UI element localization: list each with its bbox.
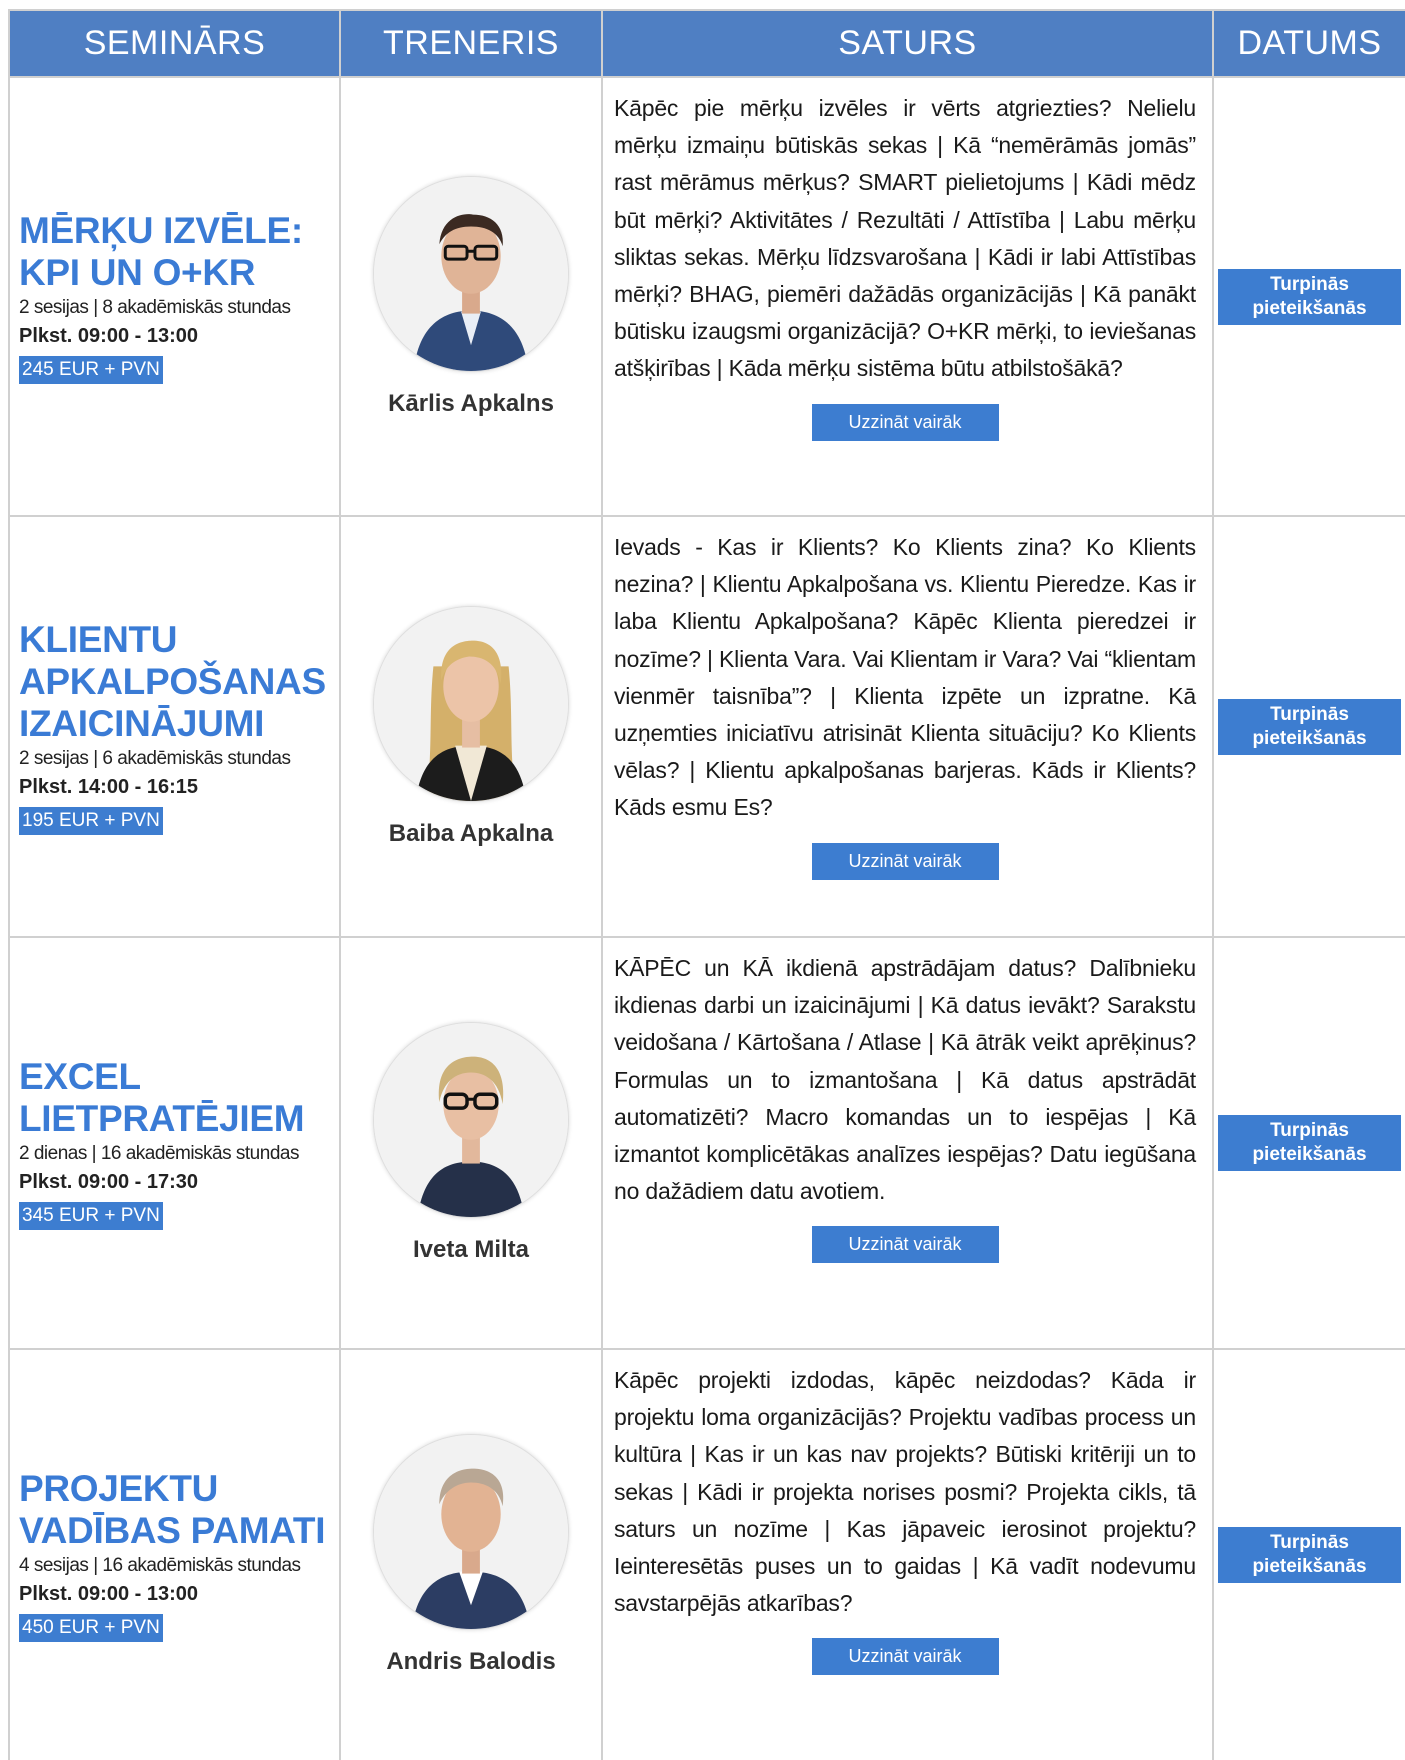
price-badge: 450 EUR + PVN xyxy=(19,1614,163,1642)
trainer-photo xyxy=(373,605,569,802)
trainer-name: Iveta Milta xyxy=(412,1236,530,1263)
price-badge: 245 EUR + PVN xyxy=(19,355,163,384)
trainer-cell: Baiba Apkalna xyxy=(341,517,603,938)
person-portrait-icon xyxy=(374,606,568,801)
column-header-content: SATURS xyxy=(603,11,1214,78)
trainer-cell: Iveta Milta xyxy=(341,938,603,1350)
apply-button[interactable]: Turpinās pieteikšanās xyxy=(1218,1115,1401,1171)
trainer-photo xyxy=(373,1022,569,1218)
seminar-time: Plkst. 09:00 - 13:00 xyxy=(19,1583,198,1605)
date-cell: Turpinās pieteikšanās xyxy=(1214,78,1405,517)
trainer-photo xyxy=(373,175,569,372)
content-text: KĀPĒC un KĀ ikdienā apstrādājam datus? D… xyxy=(614,955,1196,1205)
seminar-title[interactable]: MĒRĶU IZVĒLE: KPI UN O+KR xyxy=(19,210,331,294)
seminar-cell: KLIENTU APKALPOŠANAS IZAICINĀJUMI 2 sesi… xyxy=(10,517,341,938)
content-cell: Kāpēc pie mērķu izvēles ir vērts atgriez… xyxy=(603,78,1214,517)
content-cell: KĀPĒC un KĀ ikdienā apstrādājam datus? D… xyxy=(603,938,1214,1350)
content-text: Ievads - Kas ir Klients? Ko Klients zina… xyxy=(614,534,1196,821)
trainer-name: Kārlis Apkalns xyxy=(388,389,554,417)
price-badge: 195 EUR + PVN xyxy=(19,806,163,835)
apply-button[interactable]: Turpinās pieteikšanās xyxy=(1218,1527,1401,1583)
trainer-photo xyxy=(373,1434,569,1630)
person-portrait-icon xyxy=(374,1023,568,1217)
seminar-title[interactable]: KLIENTU APKALPOŠANAS IZAICINĀJUMI xyxy=(19,619,331,745)
trainer-cell: Kārlis Apkalns xyxy=(341,78,603,517)
column-header-date: DATUMS xyxy=(1214,11,1405,78)
seminar-time: Plkst. 14:00 - 16:15 xyxy=(19,775,198,798)
trainer-name: Baiba Apkalna xyxy=(388,819,554,847)
column-header-trainer: TRENERIS xyxy=(341,11,603,78)
seminar-sessions: 2 sesijas | 6 akadēmiskās stundas xyxy=(19,747,291,769)
seminar-sessions: 2 dienas | 16 akadēmiskās stundas xyxy=(19,1143,299,1164)
content-cell: Ievads - Kas ir Klients? Ko Klients zina… xyxy=(603,517,1214,938)
seminar-sessions: 2 sesijas | 8 akadēmiskās stundas xyxy=(19,296,291,318)
date-cell: Turpinās pieteikšanās xyxy=(1214,938,1405,1350)
person-portrait-icon xyxy=(374,1435,568,1629)
column-header-seminar: SEMINĀRS xyxy=(10,11,341,78)
date-cell: Turpinās pieteikšanās xyxy=(1214,1350,1405,1760)
apply-button[interactable]: Turpinās pieteikšanās xyxy=(1218,698,1401,755)
learn-more-button[interactable]: Uzzināt vairāk xyxy=(811,842,999,880)
seminar-table: SEMINĀRS TRENERIS SATURS DATUMS MĒRĶU IZ… xyxy=(8,9,1405,1760)
seminar-title[interactable]: PROJEKTU VADĪBAS PAMATI xyxy=(19,1468,331,1552)
seminar-cell: EXCEL LIETPRATĒJIEM 2 dienas | 16 akadēm… xyxy=(10,938,341,1350)
person-portrait-icon xyxy=(374,176,568,371)
seminar-sessions: 4 sesijas | 16 akadēmiskās stundas xyxy=(19,1555,301,1576)
apply-button[interactable]: Turpinās pieteikšanās xyxy=(1218,268,1401,325)
trainer-cell: Andris Balodis xyxy=(341,1350,603,1760)
seminar-time: Plkst. 09:00 - 17:30 xyxy=(19,1171,198,1193)
trainer-name: Andris Balodis xyxy=(386,1648,556,1675)
seminar-title[interactable]: EXCEL LIETPRATĒJIEM xyxy=(19,1056,331,1140)
learn-more-button[interactable]: Uzzināt vairāk xyxy=(811,403,999,441)
learn-more-button[interactable]: Uzzināt vairāk xyxy=(811,1226,999,1264)
content-cell: Kāpēc projekti izdodas, kāpēc neizdodas?… xyxy=(603,1350,1214,1760)
seminar-cell: MĒRĶU IZVĒLE: KPI UN O+KR 2 sesijas | 8 … xyxy=(10,78,341,517)
content-text: Kāpēc projekti izdodas, kāpēc neizdodas?… xyxy=(614,1367,1196,1617)
content-text: Kāpēc pie mērķu izvēles ir vērts atgriez… xyxy=(614,95,1196,382)
seminar-time: Plkst. 09:00 - 13:00 xyxy=(19,324,198,347)
seminar-cell: PROJEKTU VADĪBAS PAMATI 4 sesijas | 16 a… xyxy=(10,1350,341,1760)
price-badge: 345 EUR + PVN xyxy=(19,1202,163,1230)
learn-more-button[interactable]: Uzzināt vairāk xyxy=(811,1638,999,1676)
date-cell: Turpinās pieteikšanās xyxy=(1214,517,1405,938)
